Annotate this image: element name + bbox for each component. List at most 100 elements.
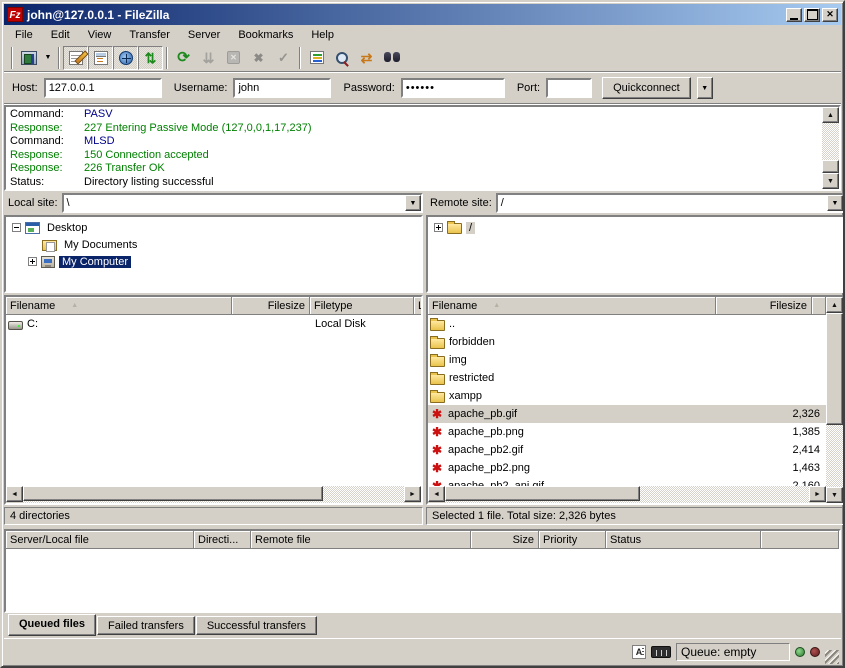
username-input[interactable] — [233, 78, 331, 98]
remote-site-combo[interactable]: / — [496, 193, 845, 213]
file-row[interactable]: .. — [428, 315, 826, 333]
tree-item-desktop[interactable]: Desktop — [6, 219, 421, 236]
scroll-track[interactable] — [822, 123, 839, 173]
queue-body[interactable] — [6, 549, 839, 611]
remote-file-list[interactable]: Filename▲ Filesize .. forbidden img rest… — [426, 295, 845, 505]
quickconnect-button[interactable]: Quickconnect — [602, 77, 691, 99]
scroll-right-button[interactable]: ► — [404, 486, 421, 502]
file-row[interactable]: apache_pb2.gif2,414 — [428, 441, 826, 459]
host-input[interactable] — [44, 78, 162, 98]
file-search-button[interactable] — [329, 46, 354, 70]
remote-list-body[interactable]: .. forbidden img restricted xampp apache… — [428, 315, 826, 486]
menu-item-server[interactable]: Server — [179, 27, 229, 43]
column-header-size[interactable]: Size — [471, 531, 539, 549]
site-manager-dropdown-button[interactable] — [41, 46, 55, 70]
toggle-remote-tree-button[interactable] — [113, 46, 138, 70]
column-header-filename[interactable]: Filename▲ — [428, 297, 716, 315]
transfer-queue[interactable]: Server/Local file Directi... Remote file… — [4, 529, 841, 613]
scroll-up-button[interactable]: ▲ — [826, 297, 843, 313]
file-row[interactable]: img — [428, 351, 826, 369]
column-header-filesize[interactable]: Filesize — [232, 297, 310, 315]
tab-successful-transfers[interactable]: Successful transfers — [196, 616, 317, 635]
local-site-combo[interactable]: \ — [62, 193, 423, 213]
site-manager-button[interactable] — [16, 46, 41, 70]
delete-button[interactable] — [246, 46, 271, 70]
column-header-last-modified[interactable]: L — [414, 297, 421, 315]
quickconnect-dropdown-button[interactable] — [697, 77, 713, 99]
toggle-log-button[interactable] — [63, 46, 88, 70]
remote-site-dropdown-button[interactable] — [827, 195, 843, 211]
local-tree[interactable]: Desktop My Documents My Computer — [4, 215, 423, 293]
column-header-priority[interactable]: Priority — [539, 531, 606, 549]
scroll-thumb[interactable] — [23, 486, 323, 501]
menu-item-view[interactable]: View — [79, 27, 121, 43]
process-queue-button[interactable] — [196, 46, 221, 70]
tree-item-my-documents[interactable]: My Documents — [6, 236, 421, 253]
cancel-operation-button[interactable] — [221, 46, 246, 70]
menu-item-bookmarks[interactable]: Bookmarks — [229, 27, 302, 43]
local-site-dropdown-button[interactable] — [405, 195, 421, 211]
scroll-down-button[interactable]: ▼ — [822, 173, 839, 189]
tab-queued-files[interactable]: Queued files — [8, 614, 96, 636]
toggle-queue-button[interactable] — [138, 46, 163, 70]
remote-site-value[interactable]: / — [498, 195, 827, 211]
expand-icon[interactable] — [434, 223, 443, 232]
local-list-body[interactable]: C: Local Disk — [6, 315, 421, 486]
column-header-direction[interactable]: Directi... — [194, 531, 251, 549]
scroll-thumb[interactable] — [445, 486, 640, 501]
refresh-button[interactable] — [171, 46, 196, 70]
scroll-thumb[interactable] — [822, 160, 839, 173]
toggle-local-tree-button[interactable] — [88, 46, 113, 70]
local-horizontal-scrollbar[interactable]: ◄ ► — [6, 486, 421, 503]
find-files-button[interactable] — [379, 46, 404, 70]
expand-icon[interactable] — [28, 257, 37, 266]
scroll-track[interactable] — [23, 486, 404, 503]
tab-failed-transfers[interactable]: Failed transfers — [97, 616, 195, 635]
local-file-list[interactable]: Filename▲ Filesize Filetype L C: Local D… — [4, 295, 423, 505]
window-resize-grip[interactable] — [825, 650, 839, 664]
filename-filters-button[interactable] — [304, 46, 329, 70]
directory-comparison-button[interactable] — [271, 46, 296, 70]
remote-vertical-scrollbar[interactable]: ▲ ▼ — [826, 297, 843, 503]
column-header-status[interactable]: Status — [606, 531, 761, 549]
menu-item-help[interactable]: Help — [302, 27, 343, 43]
port-input[interactable] — [546, 78, 592, 98]
title-bar[interactable]: Fz john@127.0.0.1 - FileZilla — [4, 4, 841, 25]
collapse-icon[interactable] — [12, 223, 21, 232]
close-button[interactable] — [822, 8, 838, 22]
scroll-up-button[interactable]: ▲ — [822, 107, 839, 123]
file-row-c-drive[interactable]: C: Local Disk — [6, 315, 421, 333]
log-scrollbar[interactable]: ▲ ▼ — [822, 107, 839, 189]
local-site-value[interactable]: \ — [64, 195, 405, 211]
minimize-button[interactable] — [786, 8, 802, 22]
menu-item-transfer[interactable]: Transfer — [120, 27, 179, 43]
file-row[interactable]: apache_pb2.png1,463 — [428, 459, 826, 477]
column-header-filetype[interactable]: Filetype — [310, 297, 414, 315]
scroll-track[interactable] — [445, 486, 809, 503]
scroll-thumb[interactable] — [826, 313, 843, 425]
scroll-left-button[interactable]: ◄ — [6, 486, 23, 502]
message-log[interactable]: Command:PASV Response:227 Entering Passi… — [4, 105, 841, 191]
file-row[interactable]: apache_pb2_ani.gif2,160 — [428, 477, 826, 486]
tree-item-my-computer[interactable]: My Computer — [6, 253, 421, 270]
file-row[interactable]: xampp — [428, 387, 826, 405]
column-header-filesize[interactable]: Filesize — [716, 297, 812, 315]
scroll-track[interactable] — [826, 313, 843, 487]
password-input[interactable] — [401, 78, 505, 98]
menu-item-edit[interactable]: Edit — [42, 27, 79, 43]
file-row[interactable]: apache_pb.png1,385 — [428, 423, 826, 441]
column-header-server-local-file[interactable]: Server/Local file — [6, 531, 194, 549]
scroll-right-button[interactable]: ► — [809, 486, 826, 502]
tree-item-root[interactable]: / — [428, 219, 843, 236]
remote-tree[interactable]: / — [426, 215, 845, 293]
scroll-left-button[interactable]: ◄ — [428, 486, 445, 502]
remote-horizontal-scrollbar[interactable]: ◄ ► — [428, 486, 826, 503]
column-header-filename[interactable]: Filename▲ — [6, 297, 232, 315]
maximize-button[interactable] — [804, 8, 820, 22]
file-row[interactable]: restricted — [428, 369, 826, 387]
synchronized-browsing-button[interactable] — [354, 46, 379, 70]
column-header-remote-file[interactable]: Remote file — [251, 531, 471, 549]
menu-item-file[interactable]: File — [6, 27, 42, 43]
file-row-selected[interactable]: apache_pb.gif2,326 — [428, 405, 826, 423]
file-row[interactable]: forbidden — [428, 333, 826, 351]
